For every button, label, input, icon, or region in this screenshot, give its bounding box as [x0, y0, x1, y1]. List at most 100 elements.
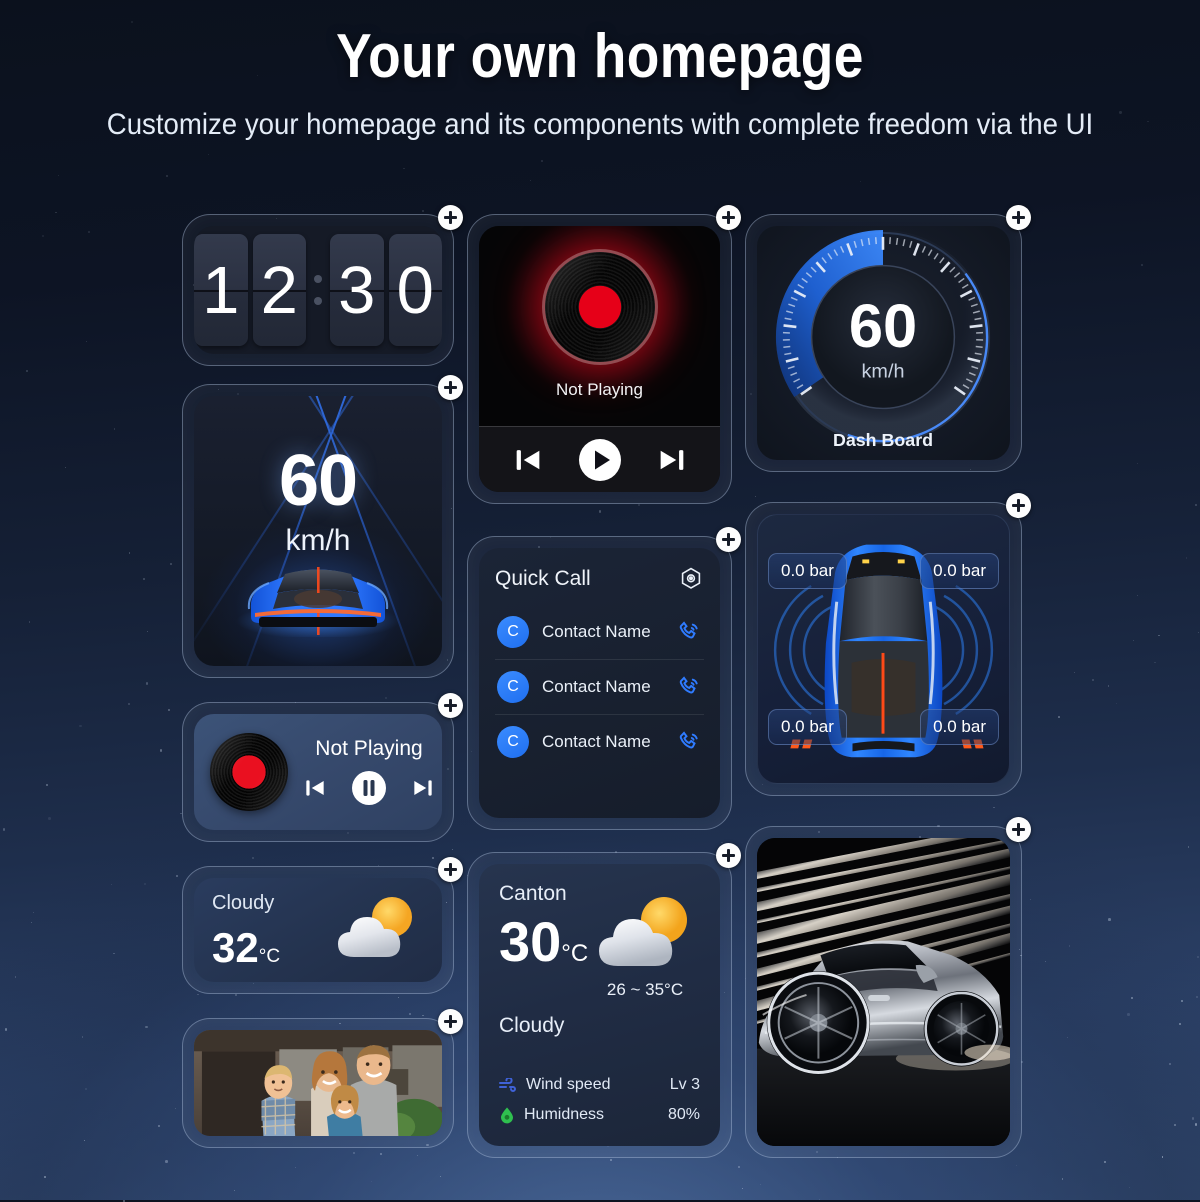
blue-car-rear-icon: [233, 559, 403, 642]
tire-pressure-front-left: 0.0 bar: [768, 553, 847, 589]
contact-row[interactable]: C Contact Name: [495, 659, 704, 714]
clock-digit-tile: 2: [253, 234, 307, 346]
gauge-svg: 60 km/h Dash Board: [757, 226, 1010, 460]
page-subtitle: Customize your homepage and its componen…: [48, 103, 1152, 147]
contact-name: Contact Name: [542, 677, 663, 697]
add-widget-button-quick-call[interactable]: [716, 527, 741, 552]
quick-call-body: Quick Call C Contact Name C Contact Name…: [479, 548, 720, 818]
widget-tire-pressure[interactable]: 0.0 bar 0.0 bar 0.0 bar 0.0 bar: [745, 502, 1022, 796]
music-mini-right: Not Playing: [302, 737, 436, 807]
add-widget-button-tire[interactable]: [1006, 493, 1031, 518]
widget-grid: 1 2 3 0 60 km/h Not Playing Quick Call C…: [182, 214, 1022, 1172]
gauge-speed-unit: km/h: [862, 361, 905, 383]
avatar: C: [497, 616, 529, 648]
clock-digit: 2: [261, 257, 298, 324]
weather-detail-value: Lv 3: [670, 1076, 700, 1094]
call-icon[interactable]: [676, 674, 702, 700]
gauge-label: Dash Board: [833, 430, 933, 450]
clock-digit: 3: [338, 257, 375, 324]
widget-quick-call[interactable]: Quick Call C Contact Name C Contact Name…: [467, 536, 732, 830]
humidity-icon: [499, 1106, 515, 1124]
clock-digit: 0: [397, 257, 434, 324]
hud-speed-value: 60: [194, 440, 442, 522]
widget-weather[interactable]: Canton 30°C 26 ~ 35°C Cloudy Wind speed …: [467, 852, 732, 1158]
sun-behind-cloud-icon: [590, 892, 700, 978]
tire-pressure-rear-right: 0.0 bar: [920, 709, 999, 745]
clock-digit-tile: 3: [330, 234, 384, 346]
clock-digit-tile: 1: [194, 234, 248, 346]
weather-temperature: 32°C: [212, 927, 328, 969]
contact-row[interactable]: C Contact Name: [495, 605, 704, 659]
weather-detail-label: Humidness: [524, 1106, 604, 1124]
quick-call-header: Quick Call: [495, 566, 704, 592]
weather-detail-wind: Wind speed Lv 3: [499, 1070, 700, 1100]
tire-pressure-body: 0.0 bar 0.0 bar 0.0 bar 0.0 bar: [757, 514, 1010, 784]
widget-photo[interactable]: [182, 1018, 454, 1148]
add-widget-button-weather-mini[interactable]: [438, 857, 463, 882]
previous-track-icon[interactable]: [511, 443, 545, 477]
quick-call-title: Quick Call: [495, 567, 591, 591]
dashboard-gauge: 60 km/h Dash Board: [757, 226, 1010, 460]
music-player-body: Not Playing: [479, 226, 720, 492]
contact-row[interactable]: C Contact Name: [495, 714, 704, 769]
contact-name: Contact Name: [542, 732, 663, 752]
add-widget-button-hud[interactable]: [438, 375, 463, 400]
album-art-area: Not Playing: [479, 226, 720, 426]
add-widget-button-music-mini[interactable]: [438, 693, 463, 718]
clock-colon-separator: [311, 275, 325, 305]
widget-music-player[interactable]: Not Playing: [467, 214, 732, 504]
widget-clock[interactable]: 1 2 3 0: [182, 214, 454, 366]
hexagon-settings-icon[interactable]: [678, 566, 704, 592]
photo-frame: [194, 1030, 442, 1136]
add-widget-button-music-large[interactable]: [716, 205, 741, 230]
weather-temp-range: 26 ~ 35°C: [590, 980, 700, 1000]
weather-temperature: 30°C: [499, 914, 588, 970]
widget-car-image[interactable]: [745, 826, 1022, 1158]
family-photo-image: [194, 1030, 442, 1136]
wind-icon: [499, 1078, 517, 1092]
widget-weather-mini[interactable]: Cloudy 32°C: [182, 866, 454, 994]
vinyl-record-icon: [210, 733, 288, 811]
car-image-frame: [757, 838, 1010, 1146]
music-controls: [479, 426, 720, 492]
widget-dashboard[interactable]: 60 km/h Dash Board: [745, 214, 1022, 472]
widget-hud-speed[interactable]: 60 km/h: [182, 384, 454, 678]
music-status-label: Not Playing: [315, 737, 422, 761]
music-status-label: Not Playing: [556, 380, 643, 400]
weather-icon-group: 26 ~ 35°C: [590, 892, 700, 1000]
clock-face: 1 2 3 0: [194, 226, 442, 354]
widget-music-mini[interactable]: Not Playing: [182, 702, 454, 842]
page-title: Your own homepage: [84, 22, 1116, 91]
add-widget-button-photo[interactable]: [438, 1009, 463, 1034]
weather-detail-label: Wind speed: [526, 1076, 611, 1094]
weather-temp-value: 30: [499, 910, 561, 973]
previous-track-icon[interactable]: [302, 775, 328, 801]
add-widget-button-dashboard[interactable]: [1006, 205, 1031, 230]
next-track-icon[interactable]: [655, 443, 689, 477]
music-mini-controls: [302, 769, 436, 807]
play-button[interactable]: [576, 436, 624, 484]
weather-temp-value: 32: [212, 924, 259, 971]
clock-digit: 1: [202, 257, 239, 324]
next-track-icon[interactable]: [410, 775, 436, 801]
hud-speed-unit: km/h: [194, 524, 442, 558]
add-widget-button-weather[interactable]: [716, 843, 741, 868]
music-mini-body: Not Playing: [194, 714, 442, 830]
call-icon[interactable]: [676, 729, 702, 755]
header: Your own homepage Customize your homepag…: [0, 22, 1200, 147]
add-widget-button-car-image[interactable]: [1006, 817, 1031, 842]
pause-button[interactable]: [350, 769, 388, 807]
vinyl-record-icon: [545, 252, 655, 362]
sun-behind-cloud-icon: [328, 891, 424, 969]
hud-display: 60 km/h: [194, 396, 442, 666]
weather-temp-unit: °C: [259, 946, 280, 967]
call-icon[interactable]: [676, 619, 702, 645]
weather-mini-text: Cloudy 32°C: [212, 892, 328, 969]
gauge-speed-value: 60: [849, 292, 917, 361]
clock-digit-tile: 0: [389, 234, 443, 346]
weather-condition: Cloudy: [499, 1014, 700, 1038]
add-widget-button-clock[interactable]: [438, 205, 463, 230]
weather-mini-body: Cloudy 32°C: [194, 878, 442, 982]
avatar: C: [497, 671, 529, 703]
sports-car-image: [757, 838, 1010, 1146]
